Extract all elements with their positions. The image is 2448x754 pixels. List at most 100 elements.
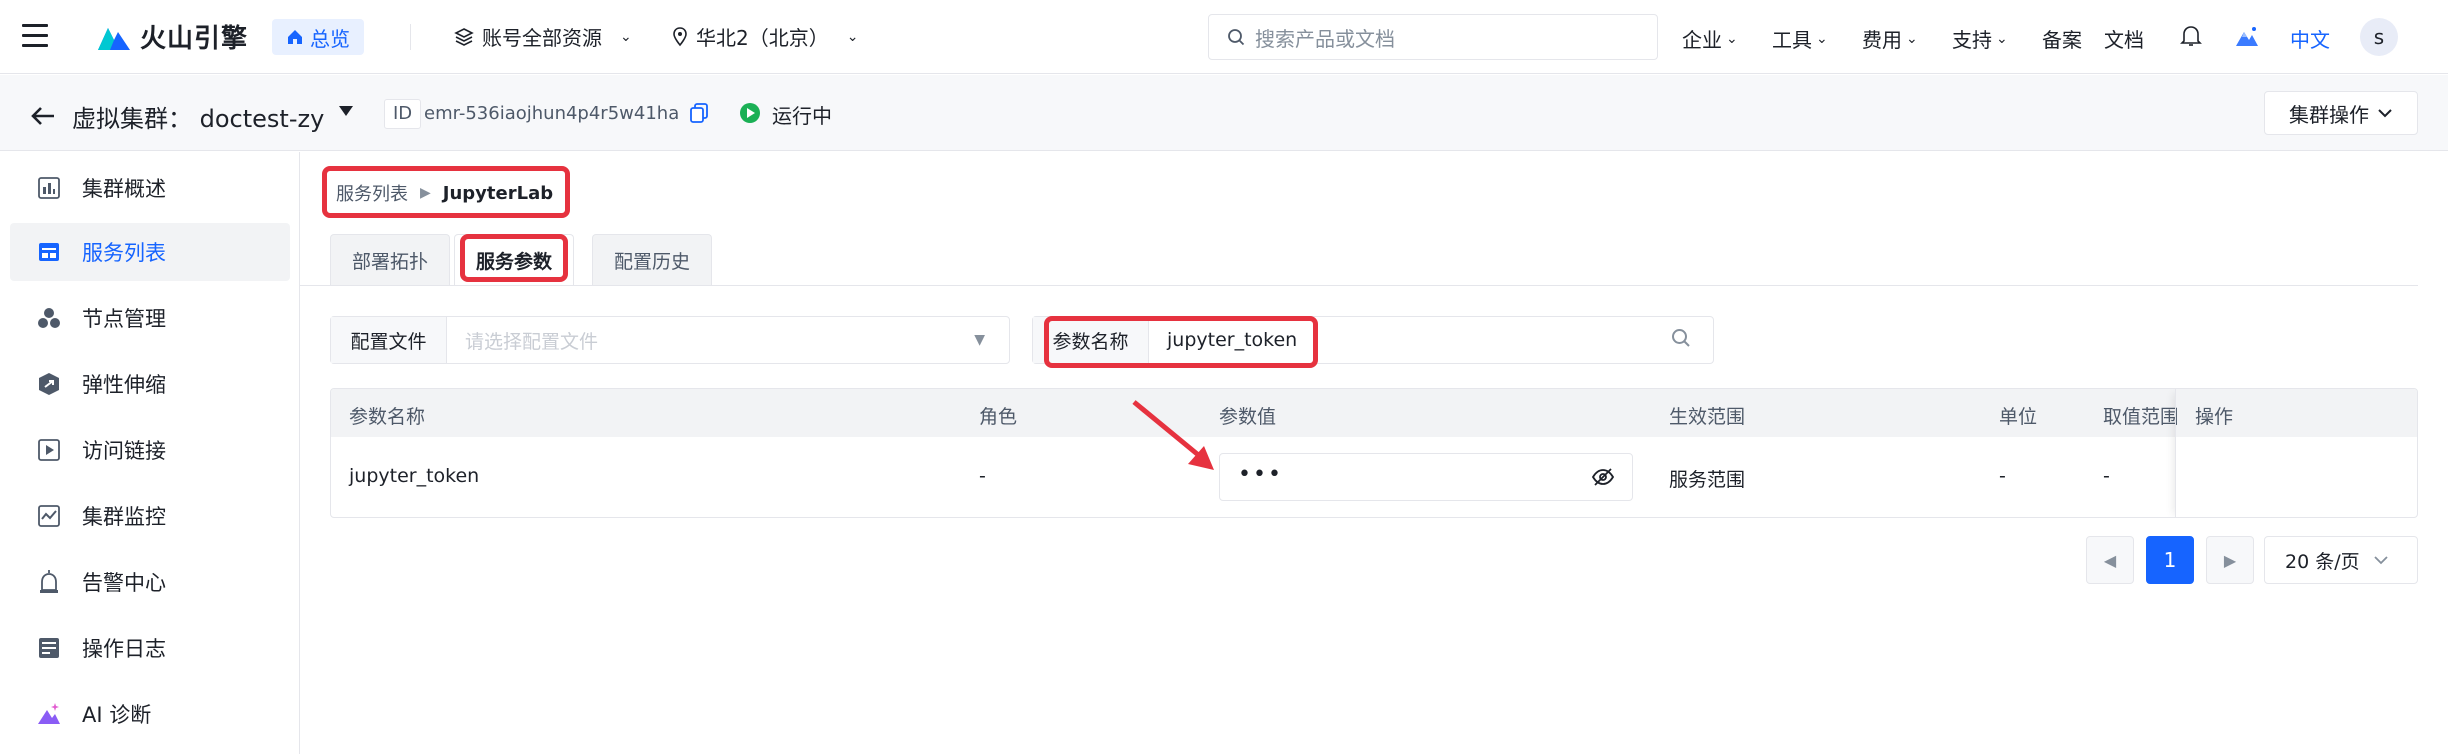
tab-label: 配置历史 — [613, 251, 690, 273]
language-switch[interactable]: 中文 — [2290, 24, 2330, 53]
nodes-icon — [36, 305, 62, 331]
column-header: 生效范围 — [1669, 406, 1746, 428]
cluster-status: 运行中 — [772, 104, 832, 128]
nav-docs[interactable]: 文档 — [2104, 24, 2144, 53]
alarm-icon — [36, 569, 62, 595]
sidebar-item-services[interactable]: 服务列表 — [10, 223, 290, 281]
sidebar-item-label: 弹性伸缩 — [82, 373, 166, 397]
resource-scope-select[interactable]: 账号全部资源 ⌄ — [454, 22, 632, 51]
highlight-box — [1044, 316, 1318, 368]
chevron-down-icon: ⌄ — [620, 28, 632, 45]
tab-config-history[interactable]: 配置历史 — [592, 234, 712, 286]
breadcrumb-services-link[interactable]: 服务列表 — [336, 180, 408, 206]
home-icon — [288, 30, 302, 44]
ai-icon — [36, 701, 62, 727]
scale-icon — [36, 371, 62, 397]
caret-down-icon[interactable] — [338, 101, 354, 122]
nav-label: 工具 — [1772, 28, 1812, 52]
sidebar-item-alarms[interactable]: 告警中心 — [10, 553, 290, 611]
search-placeholder: 搜索产品或文档 — [1255, 26, 1395, 51]
sidebar-item-label: 节点管理 — [82, 307, 166, 331]
param-name-cell: jupyter_token — [349, 465, 480, 487]
region-select[interactable]: 华北2（北京） ⌄ — [672, 22, 858, 51]
column-header: 单位 — [1999, 406, 2038, 428]
language-label: 中文 — [2290, 28, 2330, 52]
nav-support[interactable]: 支持 ⌄ — [1952, 24, 2008, 53]
sidebar-item-label: 集群概述 — [82, 177, 166, 201]
chevron-down-icon: ⌄ — [1816, 30, 1828, 47]
divider — [300, 285, 2418, 286]
tab-deployment-topology[interactable]: 部署拓扑 — [330, 234, 450, 286]
config-file-placeholder: 请选择配置文件 — [465, 330, 599, 353]
page-size-label: 20 条/页 — [2285, 550, 2360, 573]
search-icon[interactable] — [1671, 328, 1691, 352]
table-icon — [36, 239, 62, 265]
location-pin-icon — [673, 26, 687, 46]
range-cell: - — [2103, 465, 2110, 487]
chevron-down-icon — [2378, 109, 2392, 118]
mountain-icon[interactable] — [2234, 24, 2260, 48]
chevron-down-icon: ⌄ — [846, 28, 859, 45]
cluster-operations-label: 集群操作 — [2289, 102, 2369, 127]
param-value-field[interactable]: ••• — [1219, 453, 1633, 501]
sidebar-item-ai-diagnosis[interactable]: AI 诊断 — [10, 685, 290, 743]
nav-label: 费用 — [1862, 28, 1902, 52]
chevron-down-icon: ⌄ — [1906, 30, 1918, 47]
id-badge: ID — [384, 99, 422, 129]
masked-value: ••• — [1238, 462, 1283, 487]
breadcrumb: 服务列表 ▶ JupyterLab — [336, 180, 553, 206]
prev-page-button[interactable]: ◀ — [2086, 536, 2134, 584]
logo[interactable]: 火山引擎 — [96, 18, 248, 55]
breadcrumb-current: JupyterLab — [442, 182, 554, 204]
menu-icon[interactable] — [22, 24, 48, 48]
nav-filing[interactable]: 备案 — [2042, 24, 2082, 53]
config-file-label: 配置文件 — [331, 317, 447, 363]
copy-icon[interactable] — [690, 103, 708, 127]
nav-label: 备案 — [2042, 28, 2082, 52]
sidebar-item-operation-logs[interactable]: 操作日志 — [10, 619, 290, 677]
nav-label: 文档 — [2104, 28, 2144, 52]
highlight-box — [460, 234, 568, 282]
page-button[interactable]: 1 — [2146, 536, 2194, 584]
sidebar-item-nodes[interactable]: 节点管理 — [10, 289, 290, 347]
nav-billing[interactable]: 费用 ⌄ — [1862, 24, 1918, 53]
sidebar-item-autoscaling[interactable]: 弹性伸缩 — [10, 355, 290, 413]
cluster-operations-button[interactable]: 集群操作 — [2264, 91, 2418, 135]
next-page-button[interactable]: ▶ — [2206, 536, 2254, 584]
cluster-title: 虚拟集群： doctest-zy — [72, 105, 325, 133]
sidebar-item-monitoring[interactable]: 集群监控 — [10, 487, 290, 545]
column-header: 角色 — [979, 406, 1018, 428]
sidebar-item-label: 操作日志 — [82, 637, 166, 661]
operations-column — [2175, 389, 2417, 517]
chevron-down-icon — [2373, 555, 2388, 564]
sidebar-item-label: AI 诊断 — [82, 703, 152, 727]
sidebar-item-overview[interactable]: 集群概述 — [10, 159, 290, 217]
page-size-select[interactable]: 20 条/页 — [2264, 536, 2418, 584]
sidebar-item-label: 告警中心 — [82, 571, 166, 595]
sidebar-item-access-links[interactable]: 访问链接 — [10, 421, 290, 479]
link-icon — [36, 437, 62, 463]
column-header: 参数值 — [1219, 406, 1277, 428]
search-input[interactable]: 搜索产品或文档 — [1208, 14, 1658, 60]
bell-icon[interactable] — [2180, 24, 2202, 48]
avatar[interactable]: s — [2360, 18, 2398, 56]
nav-tools[interactable]: 工具 ⌄ — [1772, 24, 1828, 53]
unit-cell: - — [1999, 465, 2006, 487]
tab-label: 部署拓扑 — [351, 251, 428, 273]
logo-text: 火山引擎 — [140, 24, 249, 54]
back-arrow-icon[interactable] — [30, 101, 56, 134]
sidebar-item-label: 服务列表 — [82, 241, 166, 265]
config-file-select[interactable]: 配置文件 请选择配置文件 ▼ — [330, 316, 1010, 364]
caret-right-icon: ▶ — [420, 185, 431, 201]
chevron-down-icon: ⌄ — [1996, 30, 2008, 47]
scope-cell: 服务范围 — [1669, 469, 1746, 491]
region-label: 华北2（北京） — [696, 26, 829, 50]
params-table: 参数名称 角色 参数值 生效范围 单位 取值范围 操作 jupyter_toke… — [330, 388, 2418, 518]
cluster-header: 虚拟集群： doctest-zy ID emr-536iaojhun4p4r5w… — [0, 75, 2448, 151]
search-icon — [1228, 29, 1245, 46]
overview-label: 总览 — [310, 26, 350, 51]
eye-off-icon[interactable] — [1591, 467, 1615, 491]
nav-enterprise[interactable]: 企业 ⌄ — [1682, 24, 1738, 53]
sidebar: 集群概述 服务列表 节点管理 弹性伸缩 访问链接 集群监控 告警中心 操作日志 … — [0, 152, 300, 754]
overview-button[interactable]: 总览 — [272, 19, 364, 55]
